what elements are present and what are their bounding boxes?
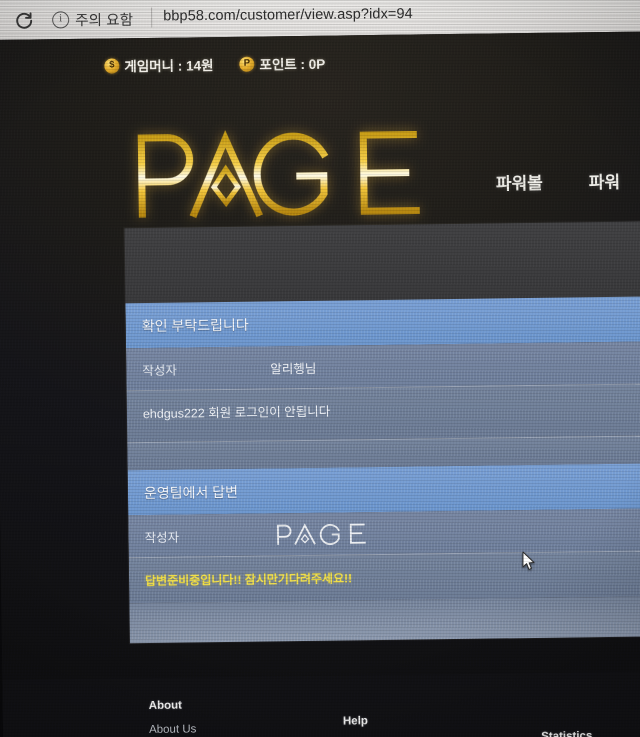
nav-item-power[interactable]: 파워 [589, 168, 621, 193]
post-author-label: 작성자 [142, 363, 177, 378]
reply-author-logo [272, 520, 368, 547]
site-logo[interactable] [127, 122, 428, 226]
reply-body-text: 답변준비중입니다!! 잠시만기다려주세요!! [145, 571, 353, 589]
reply-author-label: 작성자 [144, 530, 180, 545]
monitor-photo: 주의 요함 bbp58.com/customer/view.asp?idx=94… [0, 0, 640, 737]
toolbar-divider [151, 7, 153, 28]
site-footer: About About Us Contact Us Help FAQs Stat… [2, 671, 640, 737]
customer-post-panel: 확인 부탁드립니다 작성자 알리헹님 ehdgus222 회원 로그인이 안됩니… [124, 221, 640, 644]
footer-column-help: Help FAQs [343, 715, 372, 737]
main-navigation: 파워볼 파워 [496, 168, 621, 195]
footer-column-statistics: Statistics Match C [541, 730, 593, 737]
reply-title: 운영팀에서 답변 [143, 483, 239, 501]
footer-link-about-us[interactable]: About Us [149, 723, 206, 736]
post-author-row: 작성자 알리헹님 [126, 341, 640, 391]
post-title: 확인 부탁드립니다 [141, 316, 249, 334]
footer-heading-statistics: Statistics [541, 730, 593, 737]
reply-author-row: 작성자 [128, 508, 640, 558]
mouse-pointer-icon [522, 551, 536, 571]
post-title-bar: 확인 부탁드립니다 [125, 296, 640, 349]
post-body-text: ehdgus222 회원 로그인이 안됩니다 [142, 404, 331, 422]
reply-title-bar: 운영팀에서 답변 [127, 463, 640, 516]
footer-column-about: About About Us Contact Us [149, 699, 207, 737]
account-balance-bar: $ 게임머니 : 14원 P 포인트 : 0P [0, 45, 640, 80]
security-label: 주의 요함 [75, 12, 134, 30]
reload-icon[interactable] [14, 11, 34, 31]
panel-header [124, 221, 640, 304]
point-coin-icon: P [239, 56, 255, 72]
post-author-value: 알리헹님 [270, 361, 317, 376]
footer-heading-about: About [148, 699, 183, 713]
point-balance: P 포인트 : 0P [239, 53, 325, 74]
post-body: ehdgus222 회원 로그인이 안됩니다 [126, 383, 640, 443]
point-label: 포인트 : 0P [259, 56, 326, 73]
nav-item-powerball[interactable]: 파워볼 [496, 169, 543, 195]
reply-body: 답변준비중입니다!! 잠시만기다려주세요!! [128, 550, 640, 604]
coin-icon: $ [104, 57, 120, 74]
footer-heading-help: Help [342, 715, 368, 728]
info-circle-icon [52, 11, 70, 29]
web-page: $ 게임머니 : 14원 P 포인트 : 0P 파워볼 파워 확인 부탁드립니다… [0, 31, 640, 737]
game-money: $ 게임머니 : 14원 [104, 54, 214, 75]
panel-bottom-spacer [129, 596, 640, 644]
site-security-indicator[interactable]: 주의 요함 [52, 9, 133, 31]
address-bar-url[interactable]: bbp58.com/customer/view.asp?idx=94 [163, 6, 413, 24]
game-money-label: 게임머니 : 14원 [124, 58, 214, 75]
